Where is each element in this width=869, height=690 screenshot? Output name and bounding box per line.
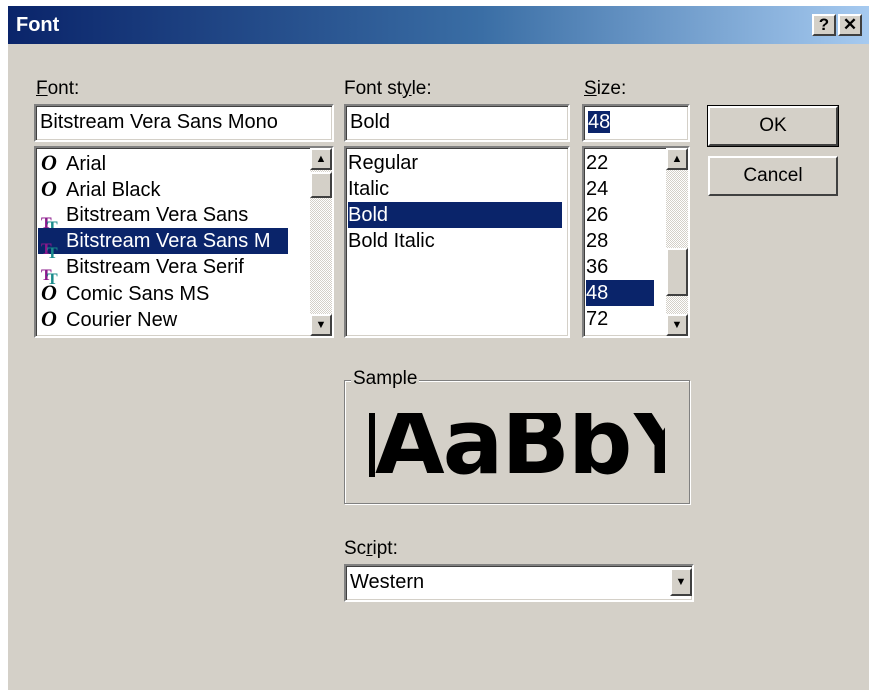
font-list-item[interactable]: O Arial — [38, 150, 288, 176]
script-label: Script: — [344, 538, 398, 559]
font-style-input[interactable]: Bold — [344, 104, 570, 142]
size-input-value: 48 — [588, 111, 611, 133]
scroll-thumb[interactable] — [310, 172, 332, 198]
sample-preview: AaBbYyZz — [369, 413, 665, 477]
scroll-up-icon[interactable]: ▲ — [666, 148, 688, 170]
size-list-item[interactable]: 28 — [586, 228, 654, 254]
font-style-list-item[interactable]: Regular — [348, 150, 562, 176]
font-list-item[interactable]: O Comic Sans MS — [38, 280, 288, 306]
font-list[interactable]: OArialOArial BlackTTBitstream Vera SansT… — [34, 146, 334, 338]
script-select[interactable]: Western ▼ — [344, 564, 694, 602]
font-list-item[interactable]: O Arial Black — [38, 176, 288, 202]
close-button[interactable]: ✕ — [838, 14, 862, 36]
size-list[interactable]: 22 24 26 28 36 48 72 ▲ ▼ — [582, 146, 690, 338]
font-label: Font: — [36, 78, 80, 99]
font-list-item[interactable]: T T Bitstream Vera Sans M — [38, 228, 288, 262]
ok-button[interactable]: OK — [707, 105, 839, 147]
size-list-item[interactable]: 26 — [586, 202, 654, 228]
sample-legend: Sample — [351, 368, 420, 390]
font-style-label: Font style: — [344, 78, 432, 99]
font-list-item[interactable]: O Courier New — [38, 306, 288, 332]
font-list-item-label: Bitstream Vera Sans — [66, 204, 249, 226]
size-list-item[interactable]: 24 — [586, 176, 654, 202]
font-style-list[interactable]: Regular Italic Bold Bold Italic — [344, 146, 570, 338]
font-list-item-label: Bitstream Vera Sans M — [66, 230, 271, 252]
opentype-icon: O — [41, 150, 57, 175]
font-style-list-item[interactable]: Italic — [348, 176, 562, 202]
size-input[interactable]: 48 — [582, 104, 690, 142]
help-button[interactable]: ? — [812, 14, 836, 36]
font-list-scrollbar[interactable]: ▲ ▼ — [310, 148, 332, 336]
font-style-list-item[interactable]: Bold Italic — [348, 228, 562, 254]
size-label: Size: — [584, 78, 627, 99]
sample-group: Sample AaBbYyZz — [344, 368, 690, 504]
cancel-button[interactable]: Cancel — [708, 156, 838, 196]
scroll-down-icon[interactable]: ▼ — [666, 314, 688, 336]
script-value: Western — [350, 571, 425, 593]
scroll-down-icon[interactable]: ▼ — [310, 314, 332, 336]
size-list-item[interactable]: 48 — [586, 280, 654, 306]
scroll-thumb[interactable] — [666, 248, 688, 296]
font-list-item[interactable]: TTBitstream Vera Sans — [38, 202, 288, 236]
scroll-up-icon[interactable]: ▲ — [310, 148, 332, 170]
opentype-icon: O — [41, 176, 57, 201]
size-list-item[interactable]: 22 — [586, 150, 654, 176]
font-list-item[interactable]: T T Bitstream Vera Serif — [38, 254, 288, 288]
size-list-item[interactable]: 72 — [586, 306, 654, 332]
size-list-scrollbar[interactable]: ▲ ▼ — [666, 148, 688, 336]
font-list-item-label: Arial — [66, 153, 107, 175]
sample-text: AaBbYyZz — [375, 413, 665, 477]
font-name-input[interactable]: Bitstream Vera Sans Mono — [34, 104, 334, 142]
size-list-item[interactable]: 36 — [586, 254, 654, 280]
font-list-item-label: Comic Sans MS — [66, 283, 210, 305]
opentype-icon: O — [41, 280, 57, 305]
window-title: Font — [16, 14, 60, 36]
font-list-item-label: Courier New — [66, 309, 178, 331]
font-list-item-label: Bitstream Vera Serif — [66, 256, 244, 278]
font-style-list-item[interactable]: Bold — [348, 202, 562, 228]
font-list-item-label: Arial Black — [66, 179, 161, 201]
font-dialog: Font ? ✕ Font: Bitstream Vera Sans Mono … — [0, 0, 869, 690]
dropdown-arrow-icon[interactable]: ▼ — [670, 568, 692, 596]
title-bar: Font ? ✕ — [8, 6, 869, 44]
opentype-icon: O — [41, 306, 57, 331]
